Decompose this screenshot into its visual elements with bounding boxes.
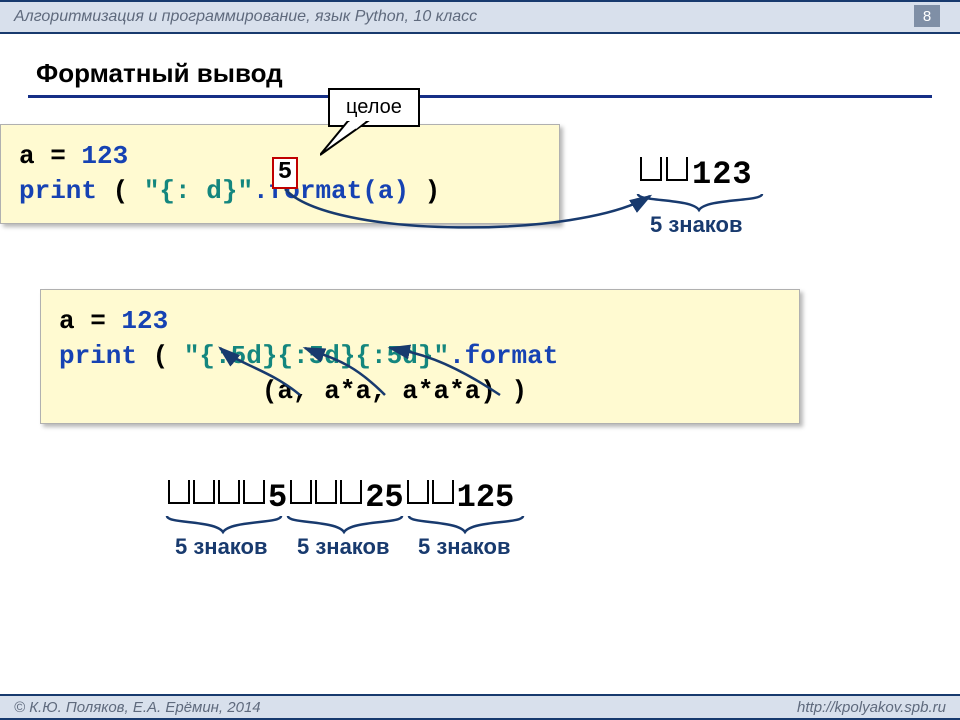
page-number: 8 (914, 5, 940, 27)
arrows-format (210, 340, 540, 400)
header-subject: Алгоритмизация и программирование, язык … (14, 8, 477, 26)
space-icon (193, 480, 215, 504)
space-icon (407, 480, 429, 504)
brace-2b (286, 514, 406, 536)
space-icon (315, 480, 337, 504)
space-icon (290, 480, 312, 504)
space-icon (218, 480, 240, 504)
brace-2a-label: 5 знаков (175, 534, 268, 560)
footer-right: http://kpolyakov.spb.ru (797, 699, 946, 716)
space-icon (666, 157, 688, 181)
header-bar: Алгоритмизация и программирование, язык … (0, 0, 960, 34)
footer-bar: © К.Ю. Поляков, Е.А. Ерёмин, 2014 http:/… (0, 694, 960, 720)
space-icon (340, 480, 362, 504)
page-title: Форматный вывод (0, 34, 960, 95)
output-2: 525125 (168, 479, 514, 516)
space-icon (640, 157, 662, 181)
space-icon (432, 480, 454, 504)
arrow-to-output1 (280, 184, 660, 244)
brace-2c (407, 514, 527, 536)
space-icon (168, 480, 190, 504)
space-icon (243, 480, 265, 504)
title-rule (28, 95, 932, 98)
highlight-5: 5 (272, 157, 298, 189)
brace-2c-label: 5 знаков (418, 534, 511, 560)
code2-line1: a = 123 (59, 304, 781, 339)
brace-1-label: 5 знаков (650, 212, 743, 238)
brace-2a (165, 514, 285, 536)
footer-left: © К.Ю. Поляков, Е.А. Ерёмин, 2014 (14, 699, 261, 716)
brace-2b-label: 5 знаков (297, 534, 390, 560)
content-area: целое a = 123 print ( "{: d}".format(a) … (0, 124, 960, 684)
